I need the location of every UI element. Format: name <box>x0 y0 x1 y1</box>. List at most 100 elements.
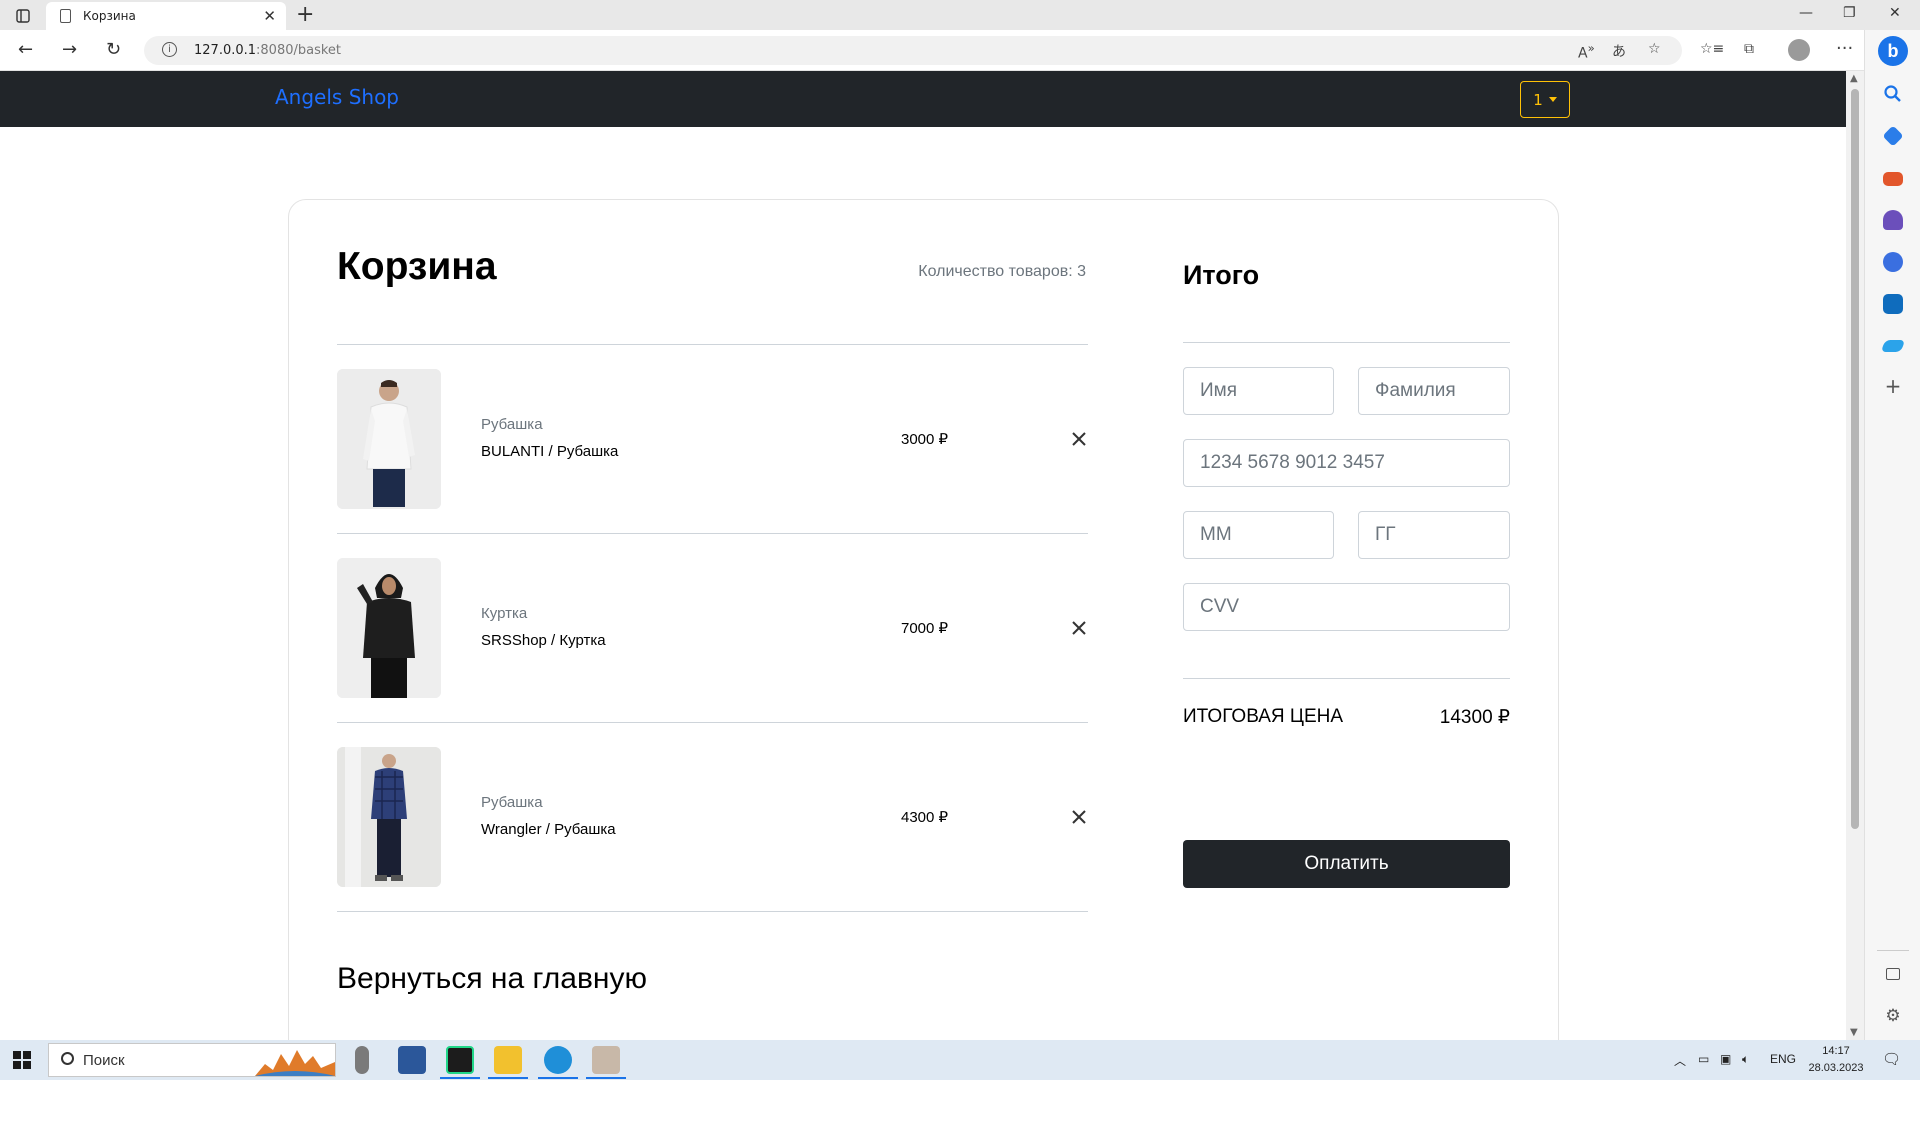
restore-icon[interactable]: ❐ <box>1843 5 1856 21</box>
network-icon[interactable]: ▣ <box>1720 1052 1731 1066</box>
item-category: Рубашка <box>481 416 543 433</box>
favorites-icon[interactable]: ☆≡ <box>1700 41 1724 57</box>
card-number-input[interactable] <box>1183 439 1510 487</box>
app-active-indicator <box>440 1077 480 1079</box>
new-tab-icon[interactable]: + <box>296 2 314 27</box>
taskbar-search-label: Поиск <box>83 1051 125 1069</box>
scroll-thumb[interactable] <box>1851 89 1859 829</box>
minimize-icon[interactable]: — <box>1799 5 1813 21</box>
basket-count: 1 <box>1533 90 1543 109</box>
paint-app-icon[interactable] <box>592 1046 620 1074</box>
cart-title: Корзина <box>337 245 497 288</box>
tray-chevron-up-icon[interactable]: ︿ <box>1674 1052 1686 1069</box>
split-screen-icon[interactable] <box>1886 968 1900 980</box>
forward-arrow-icon[interactable]: → <box>62 39 77 60</box>
bing-icon[interactable]: b <box>1878 36 1908 66</box>
product-image-srsshop-jacket <box>337 558 441 698</box>
notifications-icon[interactable]: 🗨︎ <box>1882 1050 1901 1068</box>
close-tab-icon[interactable]: ✕ <box>263 7 276 25</box>
item-price: 3000 ₽ <box>901 431 949 448</box>
office-icon[interactable] <box>1883 252 1903 272</box>
page-scrollbar[interactable]: ▲ ▼ <box>1846 71 1864 1040</box>
divider <box>337 722 1088 723</box>
brand-link[interactable]: Angels Shop <box>275 85 399 109</box>
scroll-up-icon[interactable]: ▲ <box>1850 73 1858 84</box>
translate-icon[interactable]: あ <box>1612 41 1626 61</box>
taskbar-search[interactable]: Поиск <box>48 1043 336 1077</box>
item-price: 7000 ₽ <box>901 620 949 637</box>
tools-icon[interactable] <box>1883 172 1903 186</box>
tab-actions-icon[interactable] <box>10 5 36 27</box>
total-price-value: 14300 ₽ <box>1439 707 1510 728</box>
file-explorer-icon[interactable] <box>494 1046 522 1074</box>
profile-avatar[interactable] <box>1788 39 1810 61</box>
add-icon[interactable]: + <box>1883 376 1903 396</box>
search-highlight-icon <box>255 1050 335 1076</box>
cvv-input[interactable] <box>1183 583 1510 631</box>
edge-app-icon[interactable] <box>544 1046 572 1074</box>
item-category: Куртка <box>481 605 528 622</box>
url-path: :8080/basket <box>256 43 342 58</box>
remove-item-icon[interactable] <box>1070 619 1088 637</box>
remove-item-icon[interactable] <box>1070 808 1088 826</box>
item-name: BULANTI / Рубашка <box>481 443 619 460</box>
site-navbar: Angels Shop 1 <box>0 71 1846 127</box>
item-name: SRSShop / Куртка <box>481 632 606 649</box>
expiry-month-input[interactable] <box>1183 511 1334 559</box>
drop-icon[interactable] <box>1880 340 1906 352</box>
volume-icon[interactable]: 🔈︎ <box>1742 1052 1749 1067</box>
site-info-icon[interactable]: i <box>162 42 177 57</box>
divider <box>337 533 1088 534</box>
word-app-icon[interactable] <box>398 1046 426 1074</box>
outlook-icon[interactable] <box>1883 294 1903 314</box>
edge-sidebar: b + ⚙ <box>1864 30 1920 1040</box>
remove-item-icon[interactable] <box>1070 430 1088 448</box>
divider <box>1183 678 1510 679</box>
total-price-label: ИТОГОВАЯ ЦЕНА <box>1183 706 1344 727</box>
divider <box>337 911 1088 912</box>
search-icon <box>61 1052 74 1065</box>
page-icon <box>60 9 71 23</box>
screen-bottom-area <box>0 1080 1920 1134</box>
sidebar-divider <box>1877 950 1909 951</box>
search-icon[interactable] <box>1883 84 1903 104</box>
item-price: 4300 ₽ <box>901 809 949 826</box>
divider <box>1183 342 1510 343</box>
product-image-bulanti-shirt <box>337 369 441 509</box>
browser-tab-active[interactable]: Корзина ✕ <box>46 2 286 30</box>
more-menu-icon[interactable]: ··· <box>1836 38 1853 59</box>
expiry-year-input[interactable] <box>1358 511 1510 559</box>
pay-button[interactable]: Оплатить <box>1183 840 1510 888</box>
meet-now-icon[interactable]: ▭ <box>1698 1052 1709 1066</box>
browser-toolbar: ← → ↻ i 127.0.0.1:8080/basket A» あ ☆ ☆≡ … <box>0 30 1880 71</box>
first-name-input[interactable] <box>1183 367 1334 415</box>
close-window-icon[interactable]: ✕ <box>1889 5 1901 21</box>
address-bar[interactable]: i 127.0.0.1:8080/basket <box>144 36 1682 65</box>
windows-start-icon[interactable] <box>13 1051 31 1069</box>
read-aloud-icon[interactable]: A» <box>1578 41 1595 62</box>
taskbar-clock[interactable]: 14:17 28.03.2023 <box>1806 1043 1866 1077</box>
back-to-home-link[interactable]: Вернуться на главную <box>337 962 647 996</box>
language-indicator[interactable]: ENG <box>1770 1052 1796 1066</box>
last-name-input[interactable] <box>1358 367 1510 415</box>
back-arrow-icon[interactable]: ← <box>18 39 33 60</box>
windows-taskbar: Поиск ︿ ▭ ▣ 🔈︎ ENG 14:17 28.03.2023 🗨︎ <box>0 1040 1920 1080</box>
product-image-wrangler-shirt <box>337 747 441 887</box>
basket-dropdown-button[interactable]: 1 <box>1520 81 1570 118</box>
scroll-down-icon[interactable]: ▼ <box>1850 1027 1858 1038</box>
gear-icon[interactable]: ⚙ <box>1883 1006 1903 1026</box>
reload-icon[interactable]: ↻ <box>106 39 121 60</box>
summary-title: Итого <box>1183 260 1260 290</box>
microphone-app-icon[interactable] <box>355 1046 369 1074</box>
shopping-tag-icon[interactable] <box>1882 125 1904 147</box>
app-active-indicator <box>586 1077 626 1079</box>
pycharm-app-icon[interactable] <box>446 1046 474 1074</box>
collections-icon[interactable]: ⧉ <box>1744 41 1754 57</box>
games-icon[interactable] <box>1883 210 1903 230</box>
favorite-add-icon[interactable]: ☆ <box>1648 41 1661 57</box>
browser-tabbar: Корзина ✕ + — ❐ ✕ <box>0 0 1920 30</box>
clock-time: 14:17 <box>1822 1045 1850 1057</box>
clock-date: 28.03.2023 <box>1808 1062 1864 1074</box>
caret-down-icon <box>1548 97 1557 102</box>
item-name: Wrangler / Рубашка <box>481 821 616 838</box>
